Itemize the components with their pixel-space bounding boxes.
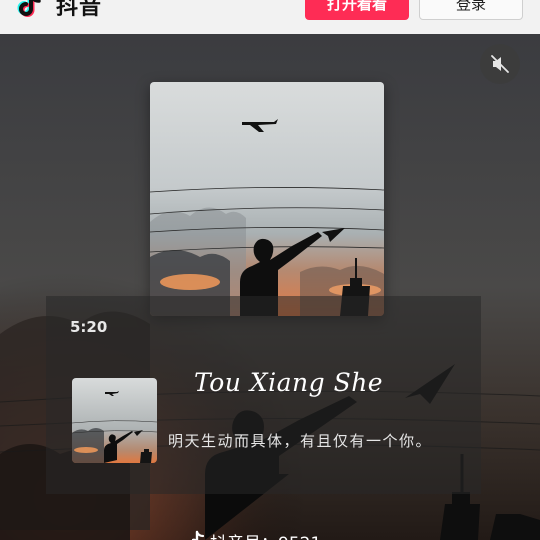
open-app-button[interactable]: 打开看看 <box>305 0 409 20</box>
music-id-row[interactable]: 抖音号：9521 <box>191 529 321 540</box>
speaker-muted-icon <box>491 55 509 73</box>
music-info-card: 5:20 Tou Xiang She 明天生动而具体，有且仅有一个你。 <box>46 296 481 494</box>
app-name: 抖音 <box>56 0 103 20</box>
top-header-bar: 抖音 打开看看 登录 <box>0 0 540 34</box>
douyin-note-icon <box>16 0 46 20</box>
lyric-text: 明天生动而具体，有且仅有一个你。 <box>168 432 433 450</box>
music-note-icon <box>191 530 206 540</box>
video-duration: 5:20 <box>70 318 108 336</box>
music-id-label: 抖音号：9521 <box>210 529 321 540</box>
music-thumbnail-image <box>72 378 157 463</box>
music-thumbnail[interactable] <box>72 378 157 463</box>
login-button[interactable]: 登录 <box>419 0 523 20</box>
song-title: Tou Xiang She <box>194 368 384 397</box>
album-cover-image <box>150 82 384 316</box>
mute-button[interactable] <box>480 44 520 84</box>
album-cover-art[interactable] <box>150 82 384 316</box>
douyin-logo[interactable]: 抖音 <box>16 0 102 22</box>
page-root: 抖音 打开看看 登录 5:20 Tou Xiang She 明天生动而具体，有且… <box>0 0 540 540</box>
